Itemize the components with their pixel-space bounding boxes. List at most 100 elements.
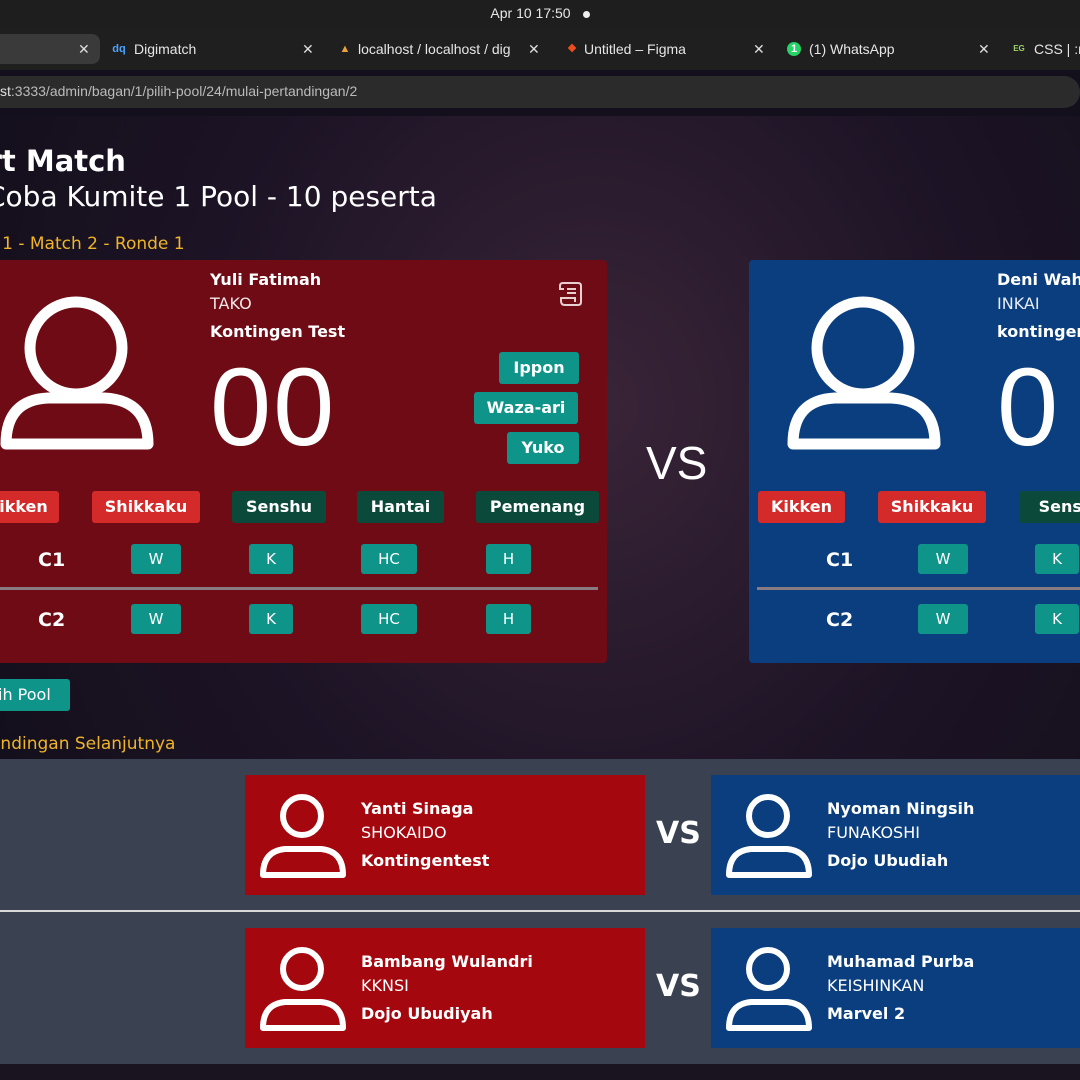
tab-close-icon[interactable]: ✕: [302, 34, 314, 64]
ao-fighter-card: Deni Wahy INKAI kontingen 0 Kikken Shikk…: [749, 260, 1080, 663]
tab-close-icon[interactable]: ✕: [528, 34, 540, 64]
tab-whatsapp[interactable]: 1 (1) WhatsApp ✕: [780, 34, 1004, 64]
aka-c1-label: C1: [38, 549, 66, 571]
ao-fighter-name: Deni Wahy: [997, 270, 1080, 289]
fighter-name: Yanti Sinaga: [361, 799, 474, 818]
tab-label: (1) WhatsApp: [809, 41, 895, 57]
page-title: art Match: [0, 144, 126, 178]
ippon-button[interactable]: Ippon: [499, 352, 579, 384]
ao-c1-label: C1: [826, 549, 854, 571]
next-match-2-vs-label: VS: [656, 969, 701, 1004]
fighter-name: Muhamad Purba: [827, 952, 975, 971]
ao-c2-label: C2: [826, 609, 854, 631]
aka-c1-h-button[interactable]: H: [486, 544, 531, 574]
next-matches-title: andingan Selanjutnya: [0, 734, 176, 754]
aka-c2-label: C2: [38, 609, 66, 631]
tab-label: localhost / localhost / dig: [358, 41, 511, 57]
page-content: art Match Coba Kumite 1 Pool - 10 pesert…: [0, 116, 1080, 1080]
ao-shikkaku-button[interactable]: Shikkaku: [878, 491, 986, 523]
scroll-log-icon[interactable]: [558, 280, 584, 308]
css-favicon-icon: EG: [1013, 44, 1025, 53]
aka-c2-h-button[interactable]: H: [486, 604, 531, 634]
fighter-name: Nyoman Ningsih: [827, 799, 975, 818]
tab-label: Untitled – Figma: [584, 41, 686, 57]
bottom-strip: [0, 1064, 1080, 1080]
tab-current[interactable]: ✕: [0, 34, 100, 64]
tab-label: CSS | :n: [1034, 41, 1080, 57]
fighter-team: Kontingentest: [361, 851, 490, 870]
fighter-club: FUNAKOSHI: [827, 823, 920, 842]
aka-c2-k-button[interactable]: K: [249, 604, 293, 634]
aka-c2-w-button[interactable]: W: [131, 604, 181, 634]
fighter-club: KKNSI: [361, 976, 409, 995]
pilih-pool-button[interactable]: ih Pool: [0, 679, 70, 711]
phpmyadmin-favicon-icon: ▲: [339, 43, 351, 55]
aka-c1-hc-button[interactable]: HC: [361, 544, 417, 574]
penalty-divider: [757, 587, 1080, 590]
next-match-1-vs-label: VS: [656, 816, 701, 851]
tab-close-icon[interactable]: ✕: [78, 34, 90, 64]
next-matches-panel: Yanti Sinaga SHOKAIDO Kontingentest VS N…: [0, 759, 1080, 1064]
system-top-bar: Apr 10 17:50: [0, 0, 1080, 28]
match-info: l 1 - Match 2 - Ronde 1: [0, 234, 185, 254]
user-avatar-icon: [726, 947, 812, 1031]
vs-label: VS: [646, 437, 708, 489]
aka-score: 00: [210, 346, 337, 469]
penalty-divider: [0, 587, 598, 590]
tab-close-icon[interactable]: ✕: [978, 34, 990, 64]
fighter-name: Bambang Wulandri: [361, 952, 533, 971]
tab-css[interactable]: EG CSS | :n: [1006, 34, 1080, 64]
waza-ari-button[interactable]: Waza-ari: [474, 392, 578, 424]
system-clock[interactable]: Apr 10 17:50: [0, 5, 1080, 21]
ao-kikken-button[interactable]: Kikken: [758, 491, 845, 523]
aka-senshu-button[interactable]: Senshu: [232, 491, 326, 523]
tab-close-icon[interactable]: ✕: [753, 34, 765, 64]
user-avatar-icon: [726, 794, 812, 878]
fighter-team: Marvel 2: [827, 1004, 906, 1023]
url-host: st: [0, 83, 11, 99]
aka-fighter-team: Kontingen Test: [210, 322, 346, 341]
url-text[interactable]: st:3333/admin/bagan/1/pilih-pool/24/mula…: [0, 83, 357, 99]
next-match-1-aka-card: Yanti Sinaga SHOKAIDO Kontingentest: [245, 775, 645, 895]
aka-fighter-club: TAKO: [210, 294, 252, 313]
aka-user-avatar-icon: [0, 296, 154, 450]
ao-score: 0: [997, 346, 1061, 469]
ao-c2-k-button[interactable]: K: [1035, 604, 1079, 634]
tab-phpmyadmin[interactable]: ▲ localhost / localhost / dig ✕: [328, 34, 552, 64]
fighter-club: KEISHINKAN: [827, 976, 925, 995]
aka-kikken-button[interactable]: ikken: [0, 491, 59, 523]
yuko-button[interactable]: Yuko: [507, 432, 579, 464]
figma-favicon-icon: ❖: [567, 43, 577, 55]
ao-senshu-button[interactable]: Sensh: [1019, 491, 1080, 523]
digimatch-favicon-icon: dq: [112, 43, 126, 55]
event-title: Coba Kumite 1 Pool - 10 peserta: [0, 180, 437, 213]
aka-pemenang-button[interactable]: Pemenang: [476, 491, 599, 523]
next-match-1-ao-card: Nyoman Ningsih FUNAKOSHI Dojo Ubudiah: [711, 775, 1080, 895]
ao-c1-w-button[interactable]: W: [918, 544, 968, 574]
aka-fighter-card: Yuli Fatimah TAKO Kontingen Test 00 Ippo…: [0, 260, 607, 663]
next-match-2-aka-card: Bambang Wulandri KKNSI Dojo Ubudiyah: [245, 928, 645, 1048]
ao-c2-w-button[interactable]: W: [918, 604, 968, 634]
ao-c1-k-button[interactable]: K: [1035, 544, 1079, 574]
ao-user-avatar-icon: [787, 296, 941, 450]
aka-c1-k-button[interactable]: K: [249, 544, 293, 574]
clock-text: Apr 10 17:50: [490, 5, 571, 21]
aka-hantai-button[interactable]: Hantai: [357, 491, 444, 523]
tab-figma[interactable]: ❖ Untitled – Figma ✕: [555, 34, 779, 64]
user-avatar-icon: [260, 947, 346, 1031]
match-divider: [0, 910, 1080, 912]
ao-fighter-team: kontingen: [997, 322, 1080, 341]
address-bar[interactable]: st:3333/admin/bagan/1/pilih-pool/24/mula…: [0, 76, 1080, 108]
url-path: :3333/admin/bagan/1/pilih-pool/24/mulai-…: [10, 83, 358, 99]
aka-shikkaku-button[interactable]: Shikkaku: [92, 491, 200, 523]
aka-c2-hc-button[interactable]: HC: [361, 604, 417, 634]
next-match-2-ao-card: Muhamad Purba KEISHINKAN Marvel 2: [711, 928, 1080, 1048]
aka-c1-w-button[interactable]: W: [131, 544, 181, 574]
tab-label: Digimatch: [134, 41, 197, 57]
aka-fighter-name: Yuli Fatimah: [210, 270, 322, 289]
whatsapp-favicon-icon: 1: [787, 42, 801, 56]
fighter-team: Dojo Ubudiah: [827, 851, 949, 870]
fighter-team: Dojo Ubudiyah: [361, 1004, 493, 1023]
tab-digimatch[interactable]: dq Digimatch ✕: [102, 34, 326, 64]
browser-tab-bar: ✕ dq Digimatch ✕ ▲ localhost / localhost…: [0, 28, 1080, 70]
